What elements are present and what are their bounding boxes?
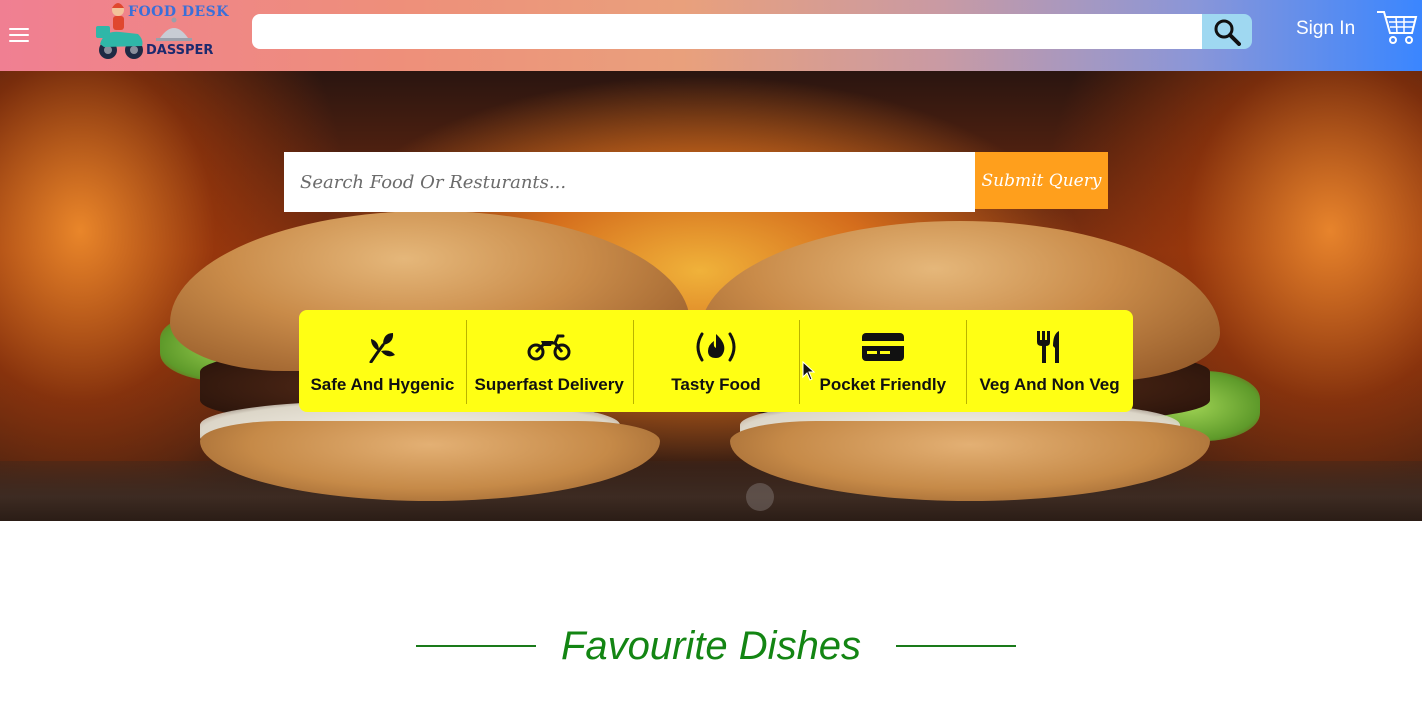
- wooden-board: [0, 461, 1422, 521]
- utensils-icon: [1028, 327, 1072, 367]
- motorcycle-icon: [527, 327, 571, 367]
- features-bar: Safe And Hygenic Superfast Delivery Tast…: [299, 310, 1133, 412]
- divider-line-right: [896, 645, 1016, 647]
- seedling-icon: [360, 327, 404, 367]
- hamburger-icon[interactable]: [9, 24, 29, 46]
- feature-label: Pocket Friendly: [819, 375, 947, 394]
- header-search-button[interactable]: [1202, 14, 1252, 49]
- feature-safe-hygienic: Safe And Hygenic: [299, 310, 466, 412]
- feature-label: Safe And Hygenic: [310, 375, 455, 394]
- hero-banner: Submit Query Safe And Hygenic: [0, 71, 1422, 521]
- search-icon: [1214, 19, 1241, 46]
- feature-pocket-friendly: Pocket Friendly: [799, 310, 966, 412]
- feature-label: Superfast Delivery: [474, 375, 624, 394]
- feature-veg-non-veg: Veg And Non Veg: [966, 310, 1133, 412]
- cart-button[interactable]: [1376, 9, 1418, 45]
- header-search-input[interactable]: [252, 14, 1202, 49]
- mouse-cursor-icon: [802, 361, 816, 381]
- sign-in-link[interactable]: Sign In: [1296, 18, 1355, 40]
- feature-label: Veg And Non Veg: [979, 375, 1120, 394]
- logo-title: FOOD DESK: [128, 4, 229, 20]
- top-navbar: FOOD DESK DASSPER Sign In: [0, 0, 1422, 71]
- carousel-dot[interactable]: [746, 483, 774, 511]
- feature-tasty-food: Tasty Food: [632, 310, 800, 412]
- food-search-input[interactable]: [284, 152, 975, 212]
- feature-superfast-delivery: Superfast Delivery: [465, 310, 633, 412]
- submit-query-button[interactable]: Submit Query: [975, 152, 1108, 209]
- favourite-dishes-header: Favourite Dishes: [0, 620, 1422, 676]
- cart-icon: [1377, 11, 1418, 44]
- feature-label: Tasty Food: [671, 375, 761, 394]
- section-title: Favourite Dishes: [560, 624, 862, 668]
- fire-icon: [694, 327, 738, 367]
- logo-subtitle: DASSPER: [146, 43, 214, 58]
- credit-card-icon: [861, 327, 905, 367]
